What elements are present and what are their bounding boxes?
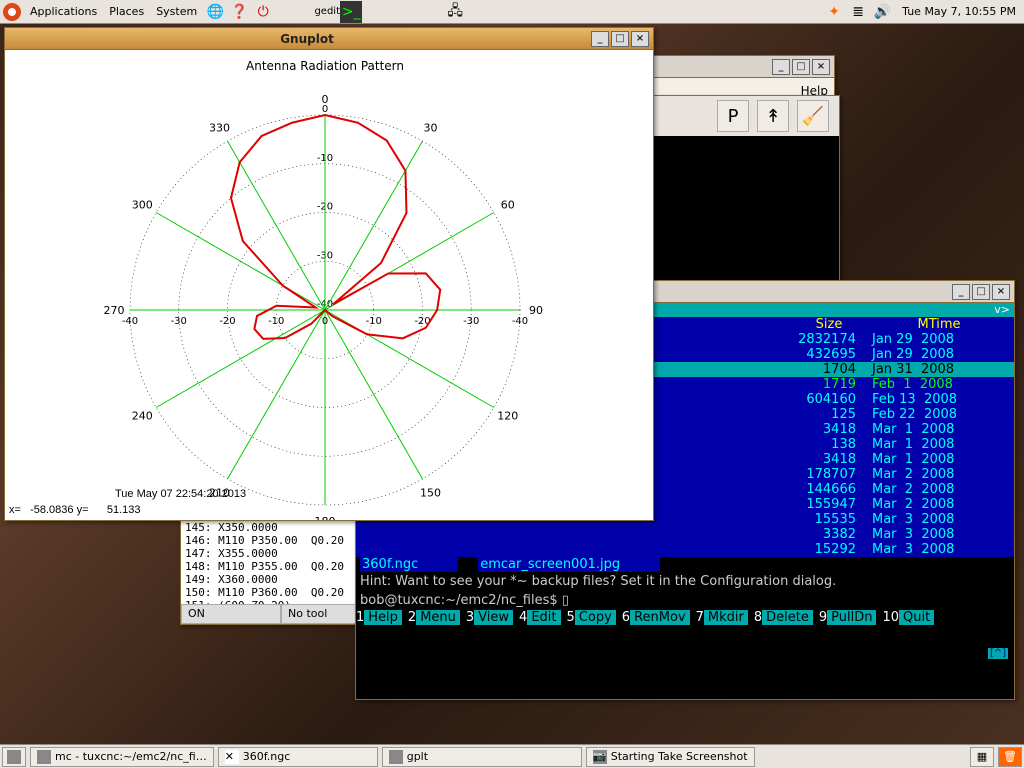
status-on: ON <box>181 604 281 624</box>
fkey-copy[interactable]: 5Copy <box>567 610 622 625</box>
tool-p-button[interactable]: P <box>717 100 749 132</box>
svg-text:180: 180 <box>315 515 336 520</box>
task-360f[interactable]: ✕360f.ngc <box>218 747 378 767</box>
svg-text:-20: -20 <box>219 316 235 327</box>
close-button[interactable]: × <box>992 284 1010 300</box>
task-gplt[interactable]: gplt <box>382 747 582 767</box>
svg-text:0: 0 <box>322 316 328 327</box>
svg-text:0: 0 <box>322 93 329 106</box>
camera-icon: 📷 <box>593 750 607 764</box>
fkey-edit[interactable]: 4Edit <box>519 610 566 625</box>
svg-text:120: 120 <box>497 410 518 423</box>
close-button[interactable]: × <box>631 31 649 47</box>
task-screenshot[interactable]: 📷Starting Take Screenshot <box>586 747 755 767</box>
fkey-mkdir[interactable]: 7Mkdir <box>696 610 754 625</box>
svg-text:330: 330 <box>209 121 230 134</box>
show-desktop-button[interactable] <box>2 747 26 767</box>
svg-text:90: 90 <box>529 304 543 317</box>
axis-toolbar: P ↟ 🧹 <box>707 96 839 136</box>
help-icon[interactable]: ❓ <box>228 1 250 23</box>
svg-text:150: 150 <box>420 487 441 500</box>
trash-button[interactable]: 🗑 <box>998 747 1022 767</box>
minimize-button[interactable]: _ <box>772 59 790 75</box>
maximize-button[interactable]: □ <box>611 31 629 47</box>
power-icon[interactable]: ⏻ <box>252 1 274 23</box>
svg-text:-30: -30 <box>171 316 187 327</box>
fkey-help[interactable]: 1Help <box>356 610 408 625</box>
gnuplot-canvas[interactable]: Antenna Radiation Pattern -40 -30 -20 -10 0 0 3… <box>5 50 653 520</box>
table-row[interactable]: 15292Mar 3 2008 <box>356 542 1014 557</box>
ubuntu-logo-icon[interactable] <box>1 1 23 23</box>
svg-text:-40: -40 <box>512 316 528 327</box>
svg-text:240: 240 <box>132 410 153 423</box>
fkey-quit[interactable]: 10Quit <box>882 610 940 625</box>
fkey-renmov[interactable]: 6RenMov <box>622 610 696 625</box>
tool-clear-button[interactable]: 🧹 <box>797 100 829 132</box>
svg-text:300: 300 <box>132 199 153 212</box>
window-title: Gnuplot <box>25 32 589 46</box>
mc-hint: Hint: Want to see your *~ backup files? … <box>356 572 1014 591</box>
terminal-launcher-icon[interactable]: >_ <box>340 1 362 23</box>
x-icon: ✕ <box>225 750 239 764</box>
mc-prompt[interactable]: bob@tuxcnc:~/emc2/nc_files$ ▯ <box>356 591 1014 610</box>
top-panel: Applications Places System 🌐 ❓ ⏻ gedit >… <box>0 0 1024 24</box>
globe-icon[interactable]: 🌐 <box>204 1 226 23</box>
mc-scroll-indicator: [^] <box>988 648 1008 659</box>
mc-filename-bar: 360f.ngc emcar_screen001.jpg <box>356 557 1014 572</box>
clock[interactable]: Tue May 7, 10:55 PM <box>894 5 1024 18</box>
svg-text:60: 60 <box>501 199 515 212</box>
applications-menu[interactable]: Applications <box>24 5 103 18</box>
fkey-view[interactable]: 3View <box>466 610 519 625</box>
svg-text:-30: -30 <box>463 316 479 327</box>
svg-text:Antenna Radiation Pattern: Antenna Radiation Pattern <box>246 59 404 73</box>
table-row[interactable]: 3382Mar 3 2008 <box>356 527 1014 542</box>
task-mc[interactable]: mc - tuxcnc:~/emc2/nc_fi… <box>30 747 214 767</box>
fkey-pulldn[interactable]: 9PullDn <box>819 610 883 625</box>
maximize-button[interactable]: □ <box>792 59 810 75</box>
fkey-menu[interactable]: 2Menu <box>408 610 466 625</box>
updates-icon[interactable]: ✦ <box>823 1 845 23</box>
svg-text:-40: -40 <box>122 316 138 327</box>
volume-icon[interactable]: 🔊 <box>871 1 893 23</box>
gnuplot-timestamp: Tue May 07 22:54:20 2013 <box>115 488 246 500</box>
mc-selected-file-right: emcar_screen001.jpg <box>478 557 660 572</box>
close-button[interactable]: × <box>812 59 830 75</box>
svg-text:-10: -10 <box>268 316 284 327</box>
gnuplot-window: Gnuplot _ □ × Antenna Radiation Pattern -… <box>4 27 654 521</box>
svg-text:-10: -10 <box>366 316 382 327</box>
network-icon[interactable]: 🖧 <box>444 1 466 23</box>
bottom-panel: mc - tuxcnc:~/emc2/nc_fi… ✕360f.ngc gplt… <box>0 744 1024 768</box>
tool-top-button[interactable]: ↟ <box>757 100 789 132</box>
workspace-switcher[interactable]: ▦ <box>970 747 994 767</box>
maximize-button[interactable]: □ <box>972 284 990 300</box>
places-menu[interactable]: Places <box>103 5 150 18</box>
fkey-delete[interactable]: 8Delete <box>754 610 819 625</box>
gnuplot-coords: x= -58.0836 y= 51.133 <box>9 504 140 516</box>
mc-selected-file-left: 360f.ngc <box>360 557 458 572</box>
svg-text:30: 30 <box>424 121 438 134</box>
minimize-button[interactable]: _ <box>952 284 970 300</box>
system-menu[interactable]: System <box>150 5 203 18</box>
mc-function-keys: 1Help2Menu3View4Edit5Copy6RenMov7Mkdir8D… <box>356 610 1014 625</box>
gedit-launcher-icon[interactable]: gedit <box>316 1 338 23</box>
network-status-icon[interactable]: ≣ <box>847 1 869 23</box>
minimize-button[interactable]: _ <box>591 31 609 47</box>
